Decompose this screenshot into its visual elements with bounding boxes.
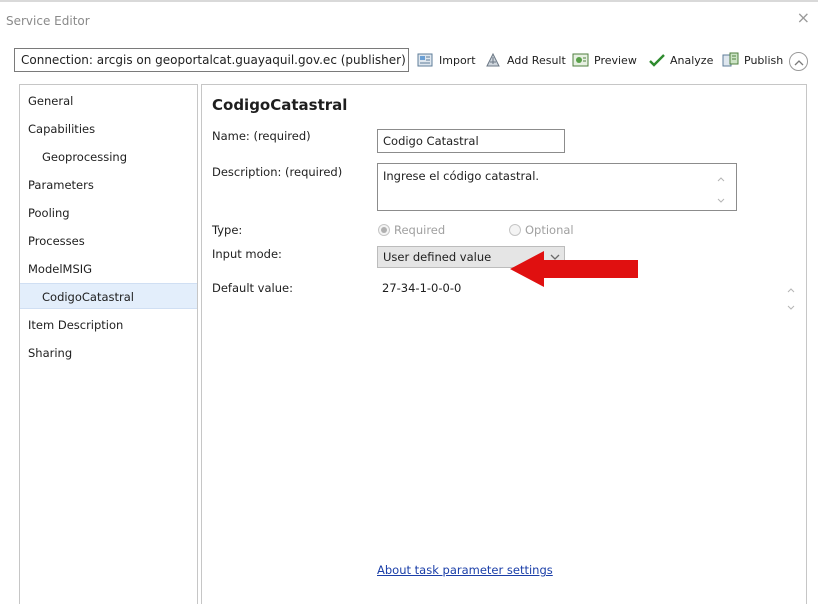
analyze-label: Analyze <box>670 53 714 67</box>
preview-label: Preview <box>594 53 637 67</box>
description-text: Ingrese el código catastral. <box>383 169 540 183</box>
input-mode-label: Input mode: <box>212 247 282 261</box>
scroll-down-icon[interactable] <box>716 194 726 203</box>
about-task-parameter-settings-link[interactable]: About task parameter settings <box>377 563 553 577</box>
description-field[interactable]: Ingrese el código catastral. <box>377 163 737 211</box>
sidebar-item-general[interactable]: General <box>20 88 197 114</box>
sidebar-item-modelmsig[interactable]: ModelMSIG <box>20 256 197 282</box>
scroll-up-icon[interactable] <box>716 172 726 182</box>
input-mode-value: User defined value <box>383 250 492 264</box>
type-required-label: Required <box>394 223 446 237</box>
page-title: CodigoCatastral <box>212 96 348 114</box>
type-required-radio[interactable]: Required <box>378 223 445 237</box>
toolbar: Connection: arcgis on geoportalcat.guaya… <box>0 44 818 78</box>
sidebar-item-codigocatastral[interactable]: CodigoCatastral <box>20 283 197 309</box>
publish-icon <box>722 52 740 68</box>
sidebar-item-sharing[interactable]: Sharing <box>20 340 197 366</box>
analyze-button[interactable]: Analyze <box>648 50 713 70</box>
sidebar: General Capabilities Geoprocessing Param… <box>19 84 198 604</box>
sidebar-item-pooling[interactable]: Pooling <box>20 200 197 226</box>
connection-field[interactable]: Connection: arcgis on geoportalcat.guaya… <box>14 48 409 72</box>
sidebar-item-geoprocessing[interactable]: Geoprocessing <box>20 144 197 170</box>
sidebar-item-processes[interactable]: Processes <box>20 228 197 254</box>
publish-button[interactable]: Publish <box>722 50 783 70</box>
type-label: Type: <box>212 223 243 237</box>
window-title: Service Editor <box>6 14 90 28</box>
parameter-panel: CodigoCatastral Name: (required) Codigo … <box>201 84 807 604</box>
collapse-button[interactable] <box>789 52 808 71</box>
preview-icon <box>572 52 590 68</box>
default-scroll-down-icon[interactable] <box>786 301 796 315</box>
collapse-icon <box>794 55 804 69</box>
sidebar-item-parameters[interactable]: Parameters <box>20 172 197 198</box>
add-result-button[interactable]: Add Result <box>485 50 566 70</box>
red-arrow-annotation <box>510 251 638 287</box>
import-icon <box>417 52 435 68</box>
type-optional-radio[interactable]: Optional <box>509 223 574 237</box>
close-icon[interactable]: × <box>797 10 810 26</box>
title-bar: Service Editor × <box>0 2 818 40</box>
preview-button[interactable]: Preview <box>572 50 637 70</box>
description-label: Description: (required) <box>212 165 343 179</box>
add-result-icon <box>485 52 503 68</box>
import-button[interactable]: Import <box>417 50 476 70</box>
default-value-label: Default value: <box>212 281 293 295</box>
radio-selected-icon <box>378 224 390 236</box>
sidebar-item-item-description[interactable]: Item Description <box>20 312 197 338</box>
name-field[interactable]: Codigo Catastral <box>377 129 565 153</box>
radio-unselected-icon <box>509 224 521 236</box>
default-value-field[interactable]: 27-34-1-0-0-0 <box>382 281 461 295</box>
name-label: Name: (required) <box>212 129 311 143</box>
import-label: Import <box>439 53 476 67</box>
default-scroll-up-icon[interactable] <box>786 283 796 297</box>
publish-label: Publish <box>744 53 784 67</box>
type-optional-label: Optional <box>525 223 574 237</box>
sidebar-item-capabilities[interactable]: Capabilities <box>20 116 197 142</box>
analyze-check-icon <box>648 52 666 68</box>
add-result-label: Add Result <box>507 53 566 67</box>
